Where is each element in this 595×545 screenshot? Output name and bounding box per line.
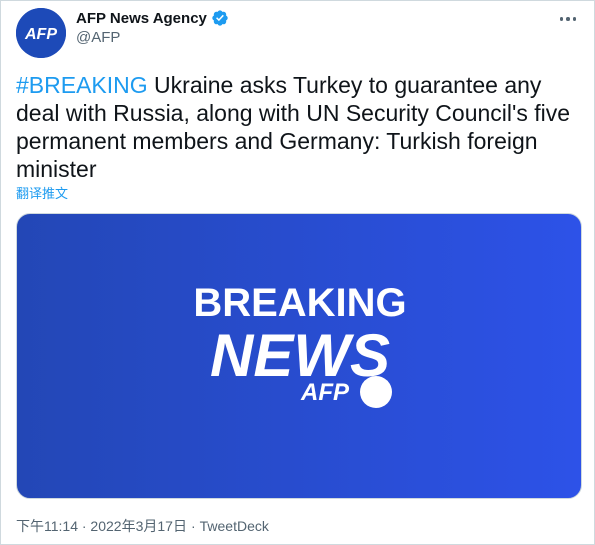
more-options-icon[interactable] — [558, 9, 578, 29]
display-name[interactable]: AFP News Agency — [76, 10, 207, 27]
tweet-footer: 下午11:14 · 2022年3月17日 · TweetDeck — [16, 516, 269, 536]
more-dot — [572, 17, 577, 21]
afp-brand-text: AFP — [300, 379, 350, 406]
tweet-text: #BREAKING Ukraine asks Turkey to guarant… — [16, 71, 581, 183]
tweet-source[interactable]: TweetDeck — [200, 518, 269, 534]
verified-badge-icon — [212, 10, 228, 26]
footer-separator: · — [190, 518, 196, 534]
afp-circle-icon — [360, 376, 392, 408]
more-dot — [559, 17, 564, 21]
timestamp[interactable]: 下午11:14 · 2022年3月17日 — [16, 516, 187, 536]
tweet-media-image[interactable]: BREAKING NEWS AFP — [16, 213, 582, 499]
translate-tweet-link[interactable]: 翻译推文 — [16, 183, 68, 202]
news-text: NEWS — [210, 322, 390, 389]
user-handle[interactable]: @AFP — [76, 29, 120, 46]
avatar-text: AFP — [24, 26, 57, 43]
breaking-news-graphic: BREAKING NEWS AFP — [193, 281, 407, 408]
author-name-row: AFP News Agency — [76, 8, 229, 28]
avatar[interactable]: AFP — [16, 8, 66, 58]
afp-logo-icon: AFP — [16, 8, 66, 58]
hashtag-link[interactable]: #BREAKING — [16, 72, 148, 98]
more-dot — [566, 17, 570, 21]
breaking-text: BREAKING — [193, 281, 406, 325]
tweet-card: AFP AFP News Agency @AFP #BREAKING Ukrai… — [0, 0, 595, 545]
